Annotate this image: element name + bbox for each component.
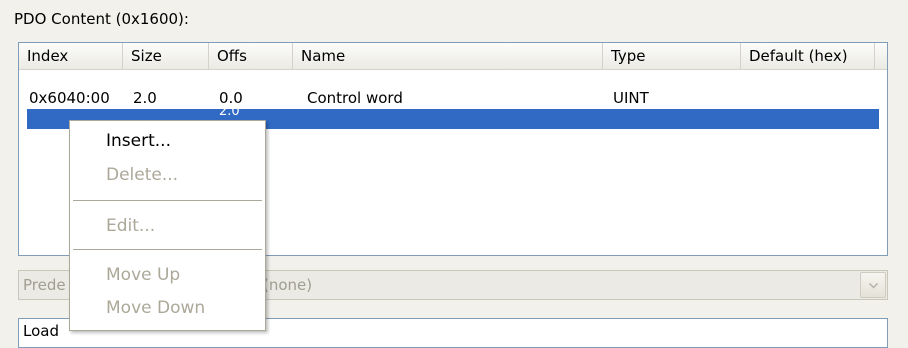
pdo-content-label: PDO Content (0x1600): (14, 10, 189, 28)
menu-separator (73, 200, 262, 201)
column-header-type[interactable]: Type (603, 43, 741, 69)
menu-item-move-up[interactable]: Move Up (106, 265, 180, 285)
table-row[interactable]: 0x6040:00 2.0 0.0 Control word UINT (19, 87, 887, 109)
cell-offs: 2.0 (219, 104, 240, 119)
cell-index: 0x6040:00 (29, 89, 110, 107)
cell-size: 2.0 (133, 89, 157, 107)
menu-item-insert[interactable]: Insert... (106, 131, 171, 151)
context-menu: Insert... Delete... Edit... Move Up Move… (69, 120, 266, 331)
menu-item-move-down[interactable]: Move Down (106, 298, 205, 318)
column-header-default[interactable]: Default (hex) (741, 43, 875, 69)
combo-dropdown-button[interactable] (860, 272, 886, 298)
predefined-value: (none) (263, 276, 313, 294)
menu-item-edit[interactable]: Edit... (106, 216, 155, 236)
cell-name: Control word (307, 89, 403, 107)
menu-separator (73, 249, 262, 250)
load-label: Load (23, 322, 59, 340)
cell-type: UINT (613, 89, 649, 107)
predefined-label: Prede (23, 276, 66, 294)
menu-item-delete[interactable]: Delete... (106, 165, 178, 185)
column-header-offs[interactable]: Offs (209, 43, 293, 69)
column-header-size[interactable]: Size (123, 43, 209, 69)
column-header-name[interactable]: Name (293, 43, 603, 69)
list-header: Index Size Offs Name Type Default (hex) (19, 43, 887, 70)
chevron-down-icon (869, 283, 878, 289)
column-header-index[interactable]: Index (19, 43, 123, 69)
